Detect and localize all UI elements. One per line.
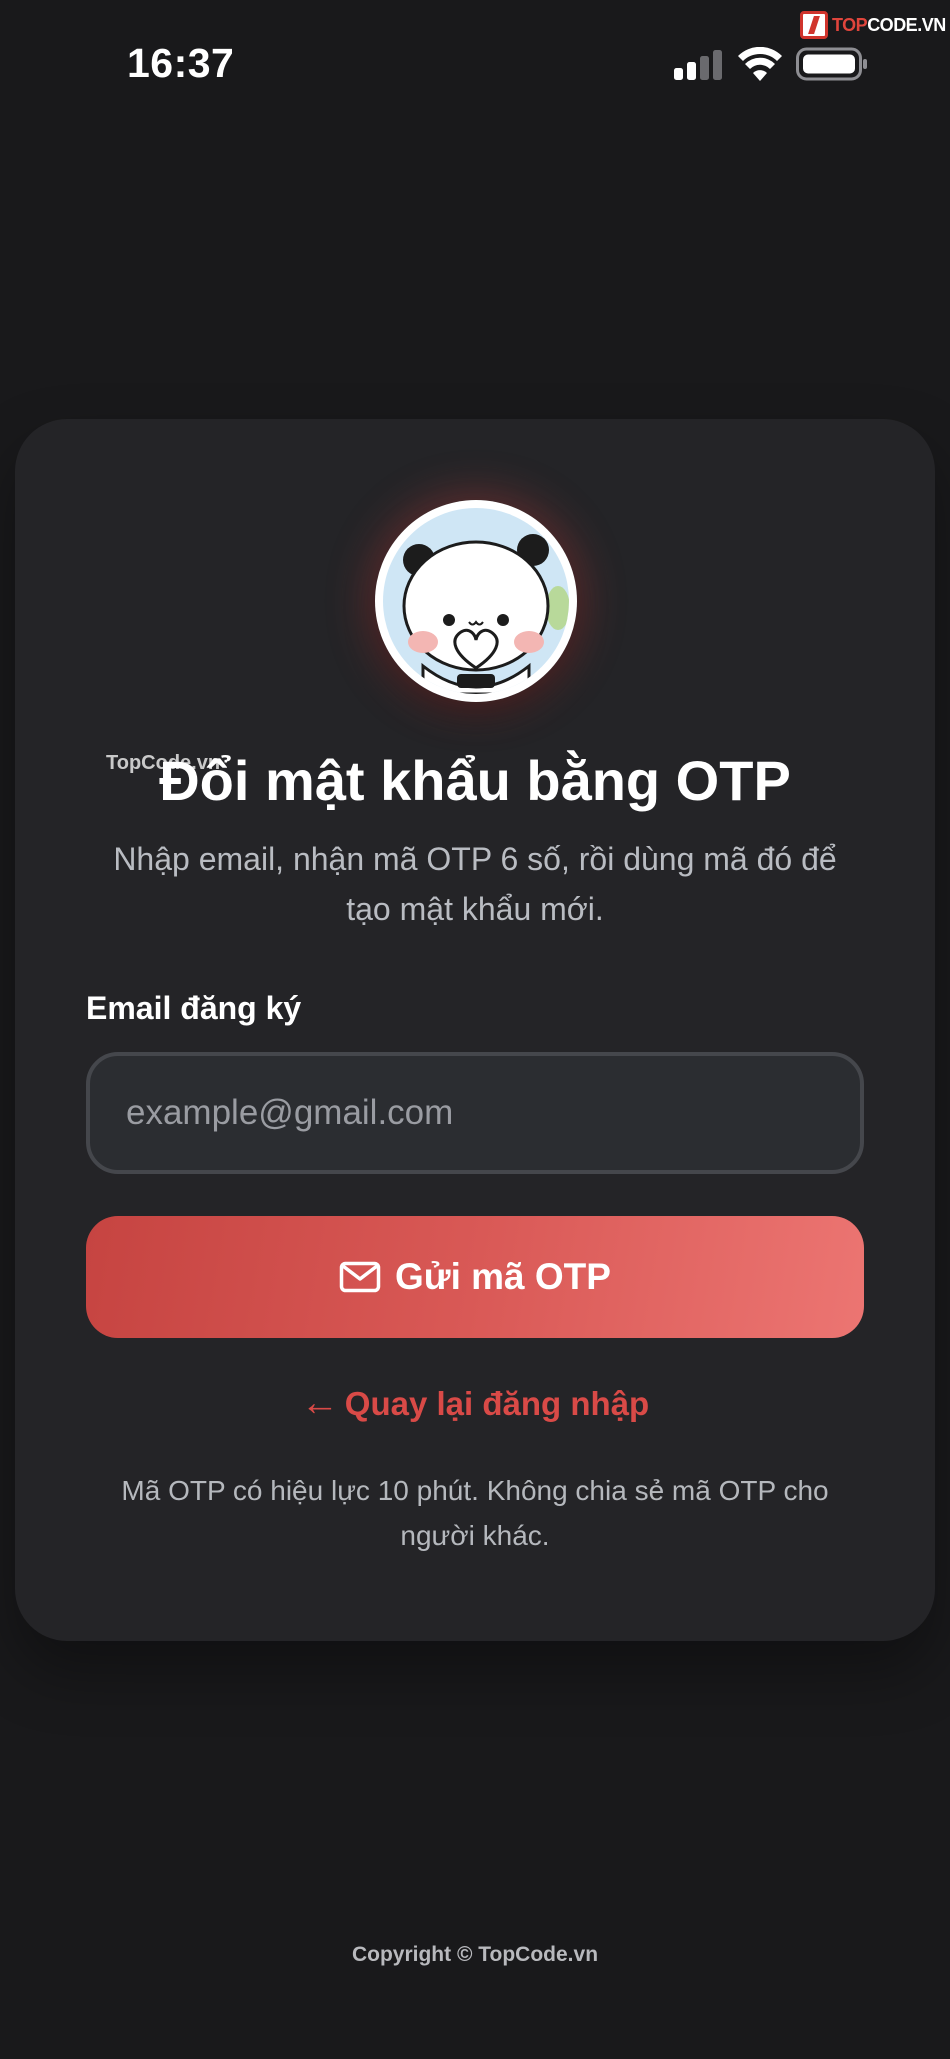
otp-note: Mã OTP có hiệu lực 10 phút. Không chia s… (121, 1475, 829, 1551)
battery-icon (796, 47, 867, 81)
left-arrow-icon: ← (300, 1382, 339, 1424)
panda-heart-avatar (383, 508, 569, 694)
status-time: 16:37 (127, 40, 235, 86)
envelope-icon (339, 1261, 381, 1293)
cellular-signal-icon (674, 50, 722, 80)
avatar (375, 500, 577, 702)
topcode-watermark: TOPCODE.VN (800, 8, 946, 42)
wifi-icon (738, 47, 782, 81)
back-to-login-link[interactable]: ← Quay lại đăng nhập (0, 1382, 950, 1425)
page-title: Đổi mật khẩu bằng OTP (159, 749, 791, 812)
back-to-login-label: Quay lại đăng nhập (344, 1385, 650, 1422)
send-otp-button[interactable]: Gửi mã OTP (86, 1216, 864, 1338)
topcode-logo-icon (800, 11, 828, 39)
email-field[interactable] (86, 1052, 864, 1174)
footer-copyright: Copyright © TopCode.vn (351, 1943, 599, 1966)
send-otp-button-label: Gửi mã OTP (395, 1256, 611, 1297)
email-label: Email đăng ký (86, 990, 302, 1026)
topcode-watermark-text: TOPCODE.VN (832, 14, 946, 35)
page-subtitle: Nhập email, nhận mã OTP 6 số, rồi dùng m… (113, 841, 837, 927)
